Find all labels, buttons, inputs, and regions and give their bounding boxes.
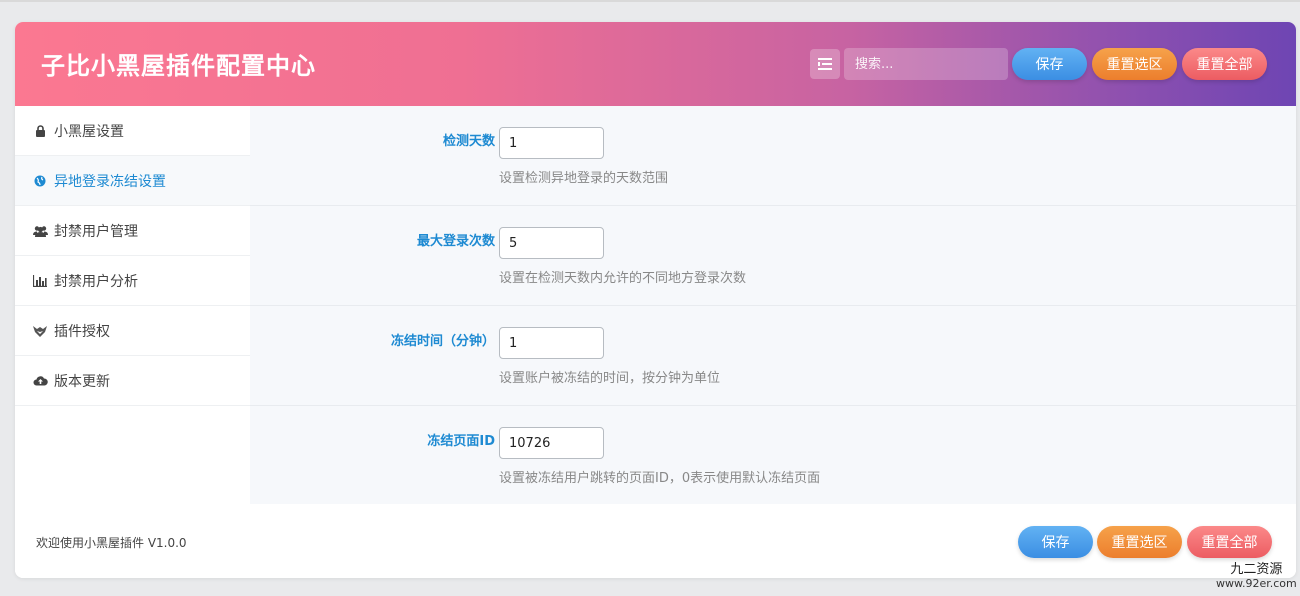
- sidebar-item-blackroom-settings[interactable]: 小黑屋设置: [15, 106, 250, 156]
- sidebar-item-label: 封禁用户管理: [54, 223, 138, 240]
- search-input[interactable]: [844, 48, 1008, 80]
- sidebar-item-label: 小黑屋设置: [54, 123, 124, 140]
- sidebar: 小黑屋设置 异地登录冻结设置 封禁用户管理 封禁用户分析 插件授权 版本更新: [15, 106, 250, 504]
- page-title: 子比小黑屋插件配置中心: [41, 52, 316, 80]
- setting-row-freeze-page-id: 冻结页面ID 设置被冻结用户跳转的页面ID，0表示使用默认冻结页面: [250, 406, 1296, 506]
- freeze-page-id-input[interactable]: [499, 427, 604, 459]
- save-button[interactable]: 保存: [1012, 48, 1087, 80]
- setting-description: 设置在检测天数内允许的不同地方登录次数: [499, 271, 747, 286]
- footer-bar: 欢迎使用小黑屋插件 V1.0.0 保存 重置选区 重置全部: [15, 504, 1296, 578]
- sidebar-item-version-update[interactable]: 版本更新: [15, 356, 250, 406]
- sidebar-item-remote-login-freeze[interactable]: 异地登录冻结设置: [15, 156, 250, 206]
- watermark-url: www.92er.com: [1216, 577, 1297, 590]
- lock-icon: [32, 123, 48, 139]
- setting-label: 冻结页面ID: [427, 434, 495, 449]
- globe-icon: [32, 173, 48, 189]
- setting-description: 设置账户被冻结的时间，按分钟为单位: [499, 371, 721, 386]
- footer-save-button[interactable]: 保存: [1018, 526, 1093, 558]
- version-text: 欢迎使用小黑屋插件 V1.0.0: [36, 536, 187, 550]
- menu-toggle-button[interactable]: [810, 49, 840, 79]
- reset-section-button[interactable]: 重置选区: [1092, 48, 1177, 80]
- sidebar-item-label: 版本更新: [54, 373, 110, 390]
- fox-icon: [32, 323, 48, 339]
- reset-all-button[interactable]: 重置全部: [1182, 48, 1267, 80]
- watermark-title: 九二资源: [1230, 562, 1283, 577]
- sidebar-item-label: 异地登录冻结设置: [54, 173, 166, 190]
- top-border: [0, 0, 1300, 2]
- freeze-duration-input[interactable]: [499, 327, 604, 359]
- setting-row-detect-days: 检测天数 设置检测异地登录的天数范围: [250, 106, 1296, 206]
- setting-label: 冻结时间（分钟）: [390, 334, 495, 349]
- sidebar-item-label: 封禁用户分析: [54, 273, 138, 290]
- settings-content: 检测天数 设置检测异地登录的天数范围 最大登录次数 设置在检测天数内允许的不同地…: [250, 106, 1296, 504]
- setting-label: 检测天数: [442, 134, 495, 149]
- sidebar-item-plugin-license[interactable]: 插件授权: [15, 306, 250, 356]
- sidebar-item-banned-analysis[interactable]: 封禁用户分析: [15, 256, 250, 306]
- setting-description: 设置检测异地登录的天数范围: [499, 171, 669, 186]
- setting-label: 最大登录次数: [416, 234, 495, 249]
- list-icon: [818, 58, 832, 70]
- cloud-upload-icon: [32, 373, 48, 389]
- users-icon: [32, 223, 48, 239]
- sidebar-item-label: 插件授权: [54, 323, 110, 340]
- config-panel: 子比小黑屋插件配置中心 保存 重置选区 重置全部 小黑屋设置 异地登录冻结设置: [15, 22, 1296, 578]
- site-watermark: 九二资源 www.92er.com: [1216, 563, 1297, 591]
- footer-reset-section-button[interactable]: 重置选区: [1097, 526, 1182, 558]
- footer-reset-all-button[interactable]: 重置全部: [1187, 526, 1272, 558]
- header-bar: 子比小黑屋插件配置中心 保存 重置选区 重置全部: [15, 22, 1296, 106]
- sidebar-item-banned-users[interactable]: 封禁用户管理: [15, 206, 250, 256]
- bar-chart-icon: [32, 273, 48, 289]
- setting-row-freeze-duration: 冻结时间（分钟） 设置账户被冻结的时间，按分钟为单位: [250, 306, 1296, 406]
- max-logins-input[interactable]: [499, 227, 604, 259]
- detect-days-input[interactable]: [499, 127, 604, 159]
- setting-description: 设置被冻结用户跳转的页面ID，0表示使用默认冻结页面: [499, 471, 821, 486]
- setting-row-max-logins: 最大登录次数 设置在检测天数内允许的不同地方登录次数: [250, 206, 1296, 306]
